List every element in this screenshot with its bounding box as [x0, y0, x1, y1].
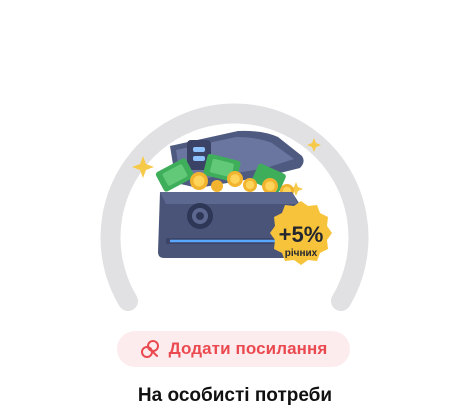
jar-title: На особисті потреби — [137, 385, 333, 406]
badge-value: +5% — [279, 222, 324, 247]
link-icon — [140, 339, 160, 359]
jar-illustration: +5% річних — [0, 0, 470, 330]
badge-caption: річних — [285, 248, 318, 259]
add-link-button[interactable]: Додати посилання — [117, 331, 350, 367]
add-link-label: Додати посилання — [168, 339, 328, 358]
jar-card: +5% річних Додати посилання На особисті … — [0, 0, 470, 417]
